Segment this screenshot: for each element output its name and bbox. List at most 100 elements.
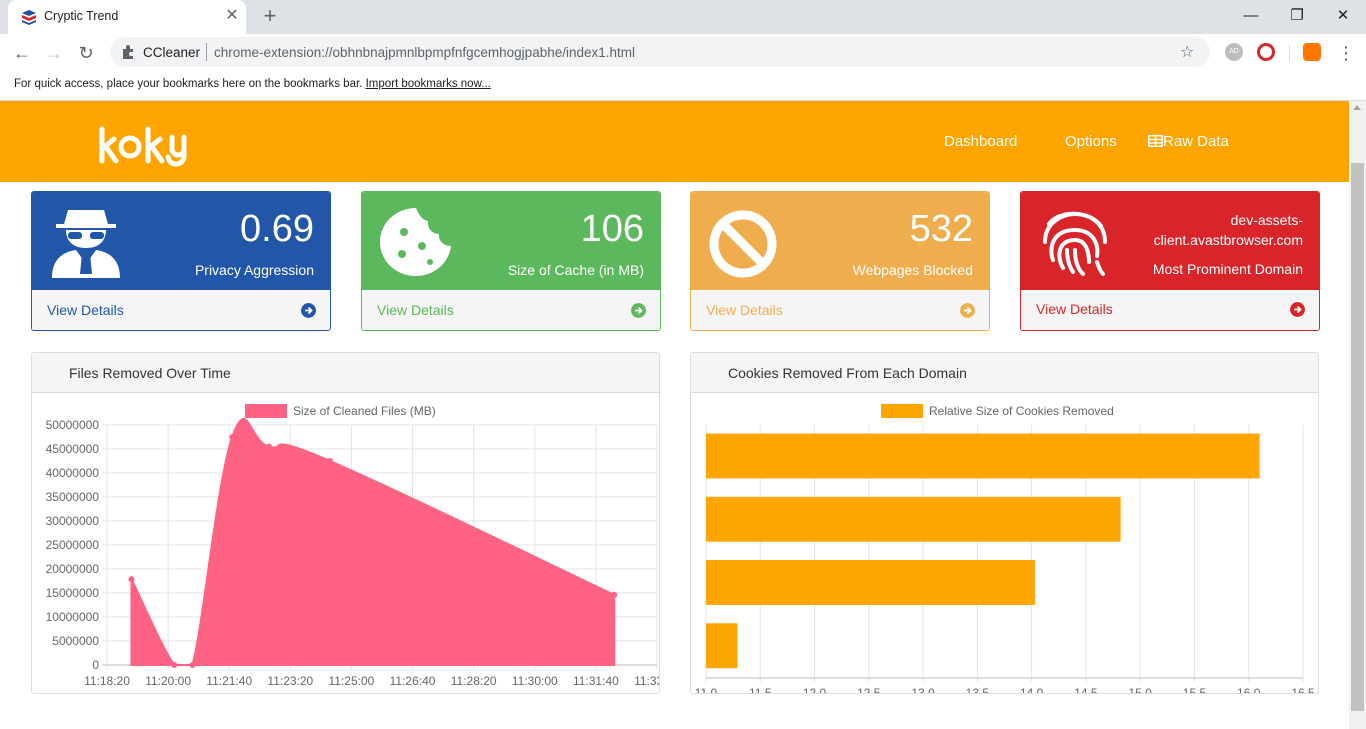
shield-favicon-icon bbox=[22, 10, 36, 25]
puzzle-icon bbox=[123, 45, 133, 59]
domain-line-1: dev-assets- bbox=[1230, 212, 1303, 228]
cache-view-details[interactable]: View Details bbox=[362, 290, 660, 330]
koky-logo[interactable] bbox=[96, 123, 206, 167]
view-details-link[interactable]: View Details bbox=[706, 302, 783, 318]
arrow-circle-right-icon[interactable] bbox=[1290, 302, 1305, 317]
y-tick-label: 10000000 bbox=[46, 610, 100, 624]
files-removed-panel: Files Removed Over Time Size of Cleaned … bbox=[31, 352, 660, 694]
data-point bbox=[229, 434, 236, 440]
menu-kebab-icon[interactable]: ⋮ bbox=[1334, 41, 1358, 65]
x-tick-label: 14.5 bbox=[1074, 686, 1098, 693]
bookmark-prompt: For quick access, place your bookmarks h… bbox=[14, 78, 363, 90]
url-text: chrome-extension://obhnbnajpmnlbpmpfnfgc… bbox=[214, 45, 636, 60]
browser-toolbar: ← → ↻ CCleaner chrome-extension://obhnbn… bbox=[0, 34, 1366, 72]
data-point bbox=[189, 662, 196, 668]
arrow-circle-right-icon[interactable] bbox=[960, 303, 975, 318]
privacy-aggression-card: 0.69 Privacy Aggression View Details bbox=[31, 191, 331, 331]
cookies-removed-title: Cookies Removed From Each Domain bbox=[728, 365, 967, 381]
tab-cryptic-trend[interactable]: Cryptic Trend ✕ bbox=[8, 0, 246, 34]
x-tick-label: 11:26:40 bbox=[390, 674, 436, 688]
y-tick-label: 5000000 bbox=[52, 634, 99, 648]
y-tick-label: 15000000 bbox=[46, 586, 100, 600]
x-tick-label: 11:30:00 bbox=[512, 674, 558, 688]
view-details-link[interactable]: View Details bbox=[377, 302, 454, 318]
data-point bbox=[171, 662, 178, 668]
x-tick-label: 13.5 bbox=[966, 686, 990, 693]
cookie-bar bbox=[706, 560, 1035, 605]
cookies-removed-panel: Cookies Removed From Each Domain Relativ… bbox=[690, 352, 1319, 694]
arrow-circle-right-icon[interactable] bbox=[301, 303, 316, 318]
prominent-domain-value: dev-assets- client.avastbrowser.com bbox=[1103, 210, 1303, 250]
view-details-link[interactable]: View Details bbox=[1036, 301, 1113, 317]
cookie-bar bbox=[706, 623, 738, 669]
cookie-bar bbox=[706, 496, 1121, 542]
ccleaner-extension-icon[interactable] bbox=[1257, 43, 1275, 61]
tab-title: Cryptic Trend bbox=[44, 9, 119, 23]
x-tick-label: 11:28:20 bbox=[451, 674, 497, 688]
x-tick-label: 15.5 bbox=[1183, 686, 1207, 693]
cookies-removed-bar-chart: 11.0 11.5 12.0 12.5 13.0 13.5 14.0 14.5 15.0 15.5… bbox=[695, 425, 1315, 693]
domain-view-details[interactable]: View Details bbox=[1021, 290, 1319, 330]
app-header: Dashboard Options Raw Data bbox=[0, 101, 1349, 182]
files-removed-area-chart: 11:18:20 11:20:00 11:21:40 11:23:20 11:25:00… bbox=[46, 418, 659, 688]
data-point bbox=[611, 591, 618, 598]
close-window-icon[interactable]: ✕ bbox=[1320, 2, 1366, 30]
data-point bbox=[265, 443, 272, 450]
minimize-icon[interactable]: — bbox=[1228, 2, 1274, 30]
y-tick-label: 50000000 bbox=[46, 418, 100, 432]
blocked-icon bbox=[709, 210, 777, 278]
y-tick-label: 20000000 bbox=[46, 562, 100, 576]
y-tick-label: 0 bbox=[92, 658, 99, 672]
privacy-view-details[interactable]: View Details bbox=[32, 290, 330, 330]
cache-size-value: 106 bbox=[580, 208, 644, 250]
prominent-domain-card: dev-assets- client.avastbrowser.com Most… bbox=[1020, 191, 1320, 331]
reload-icon[interactable]: ↻ bbox=[74, 41, 98, 65]
page-scrollbar[interactable] bbox=[1349, 101, 1366, 729]
adblock-extension-icon[interactable]: AD bbox=[1225, 43, 1243, 61]
series-area bbox=[130, 418, 616, 667]
y-tick-label: 40000000 bbox=[46, 466, 100, 480]
webpages-blocked-value: 532 bbox=[909, 208, 973, 250]
bookmark-star-icon[interactable]: ☆ bbox=[1180, 42, 1194, 62]
domain-line-2: client.avastbrowser.com bbox=[1153, 232, 1303, 248]
files-removed-title: Files Removed Over Time bbox=[69, 365, 231, 381]
arrow-circle-right-icon[interactable] bbox=[631, 303, 646, 318]
x-tick-label: 16.5 bbox=[1291, 686, 1315, 693]
nav-options[interactable]: Options bbox=[1065, 133, 1117, 150]
x-tick-label: 11:31:40 bbox=[573, 674, 619, 688]
y-tick-label: 45000000 bbox=[46, 442, 100, 456]
forward-arrow-icon[interactable]: → bbox=[42, 41, 66, 65]
privacy-aggression-value: 0.69 bbox=[240, 208, 314, 250]
x-tick-label: 11:21:40 bbox=[206, 674, 252, 688]
view-details-link[interactable]: View Details bbox=[47, 302, 124, 318]
new-tab-icon[interactable]: + bbox=[258, 5, 282, 29]
tab-strip: Cryptic Trend ✕ + — ❐ ✕ bbox=[0, 0, 1366, 34]
x-tick-label: 15.0 bbox=[1129, 686, 1153, 693]
address-separator bbox=[206, 43, 207, 61]
x-tick-label: 12.0 bbox=[803, 686, 827, 693]
nav-raw-data[interactable]: Raw Data bbox=[1148, 133, 1229, 150]
nav-raw-data-label: Raw Data bbox=[1163, 133, 1229, 150]
webpages-blocked-label: Webpages Blocked bbox=[852, 262, 973, 278]
back-arrow-icon[interactable]: ← bbox=[10, 41, 34, 65]
x-tick-label: 11:33:20 bbox=[634, 674, 659, 688]
prominent-domain-label: Most Prominent Domain bbox=[1152, 261, 1303, 277]
x-tick-label: 11:25:00 bbox=[329, 674, 375, 688]
x-tick-label: 12.5 bbox=[857, 686, 881, 693]
y-tick-label: 30000000 bbox=[46, 514, 100, 528]
close-tab-icon[interactable]: ✕ bbox=[222, 6, 242, 26]
restore-icon[interactable]: ❐ bbox=[1274, 2, 1320, 30]
privacy-aggression-label: Privacy Aggression bbox=[194, 262, 314, 278]
nav-dashboard[interactable]: Dashboard bbox=[944, 133, 1017, 150]
scrollbar-thumb[interactable] bbox=[1351, 163, 1364, 711]
x-tick-label: 11.0 bbox=[695, 686, 718, 693]
scroll-up-arrow-icon[interactable] bbox=[1353, 105, 1361, 110]
blocked-view-details[interactable]: View Details bbox=[691, 290, 989, 330]
address-bar[interactable]: CCleaner chrome-extension://obhnbnajpmnl… bbox=[110, 37, 1210, 67]
data-point bbox=[128, 576, 135, 583]
import-bookmarks-link[interactable]: Import bookmarks now... bbox=[366, 78, 491, 90]
x-tick-label: 13.0 bbox=[911, 686, 935, 693]
avast-extension-icon[interactable] bbox=[1303, 43, 1321, 61]
webpages-blocked-card: 532 Webpages Blocked View Details bbox=[690, 191, 990, 331]
x-tick-label: 11.5 bbox=[749, 686, 772, 693]
